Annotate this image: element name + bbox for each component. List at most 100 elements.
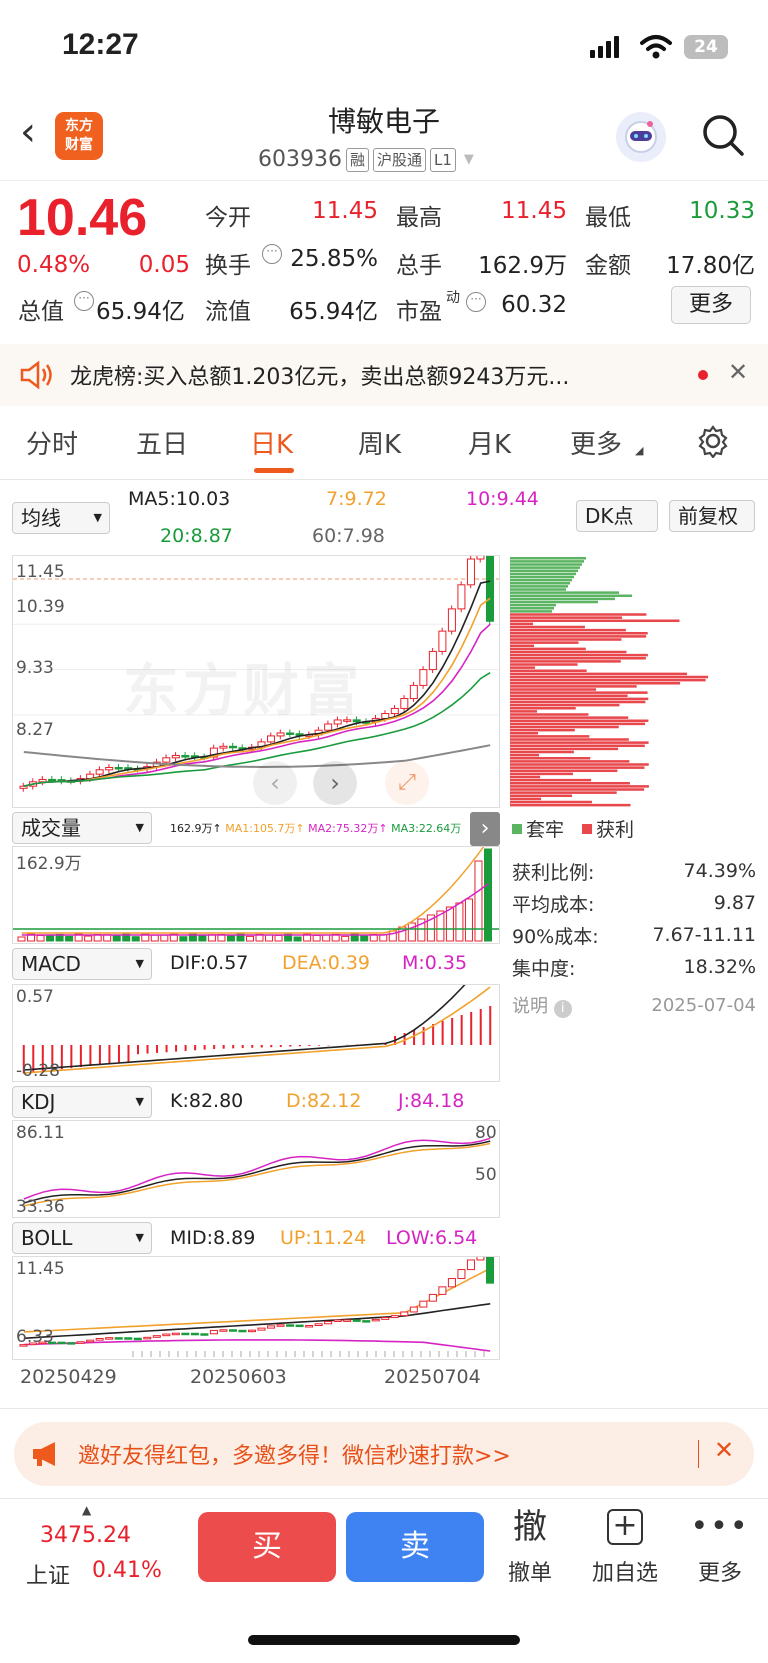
boll-candle: [267, 1325, 276, 1329]
sell-button[interactable]: 卖: [346, 1512, 484, 1582]
chip-note[interactable]: 说明 i 2025-07-04: [512, 992, 756, 1018]
boll-top-tick: 11.45: [16, 1259, 65, 1279]
volume-bar: [179, 936, 188, 942]
candle-body: [457, 584, 466, 610]
chip-bar: [510, 732, 539, 735]
prev-arrow-button[interactable]: ‹: [253, 761, 297, 805]
tab-five-day[interactable]: 五日: [136, 424, 188, 461]
collapse-arrow-button[interactable]: ›: [470, 812, 500, 846]
dk-point-select[interactable]: DK点: [576, 500, 658, 532]
volume-panel[interactable]: 162.9万: [12, 846, 500, 944]
chip-stats: 获利比例: 74.39% 平均成本: 9.87 90%成本: 7.67-11.11 集…: [512, 860, 756, 980]
candle-body: [276, 732, 285, 737]
dif-label: DIF:0.57: [170, 952, 249, 974]
expand-icon[interactable]: ⤢: [385, 761, 429, 805]
boll-candle: [133, 1337, 142, 1341]
boll-candle: [295, 1324, 304, 1328]
boll-candle: [381, 1317, 390, 1320]
volume-bar: [360, 935, 369, 942]
profit-swatch: [582, 823, 593, 834]
assistant-robot-icon[interactable]: [616, 112, 666, 162]
ma20-label: 20:8.87: [160, 525, 233, 547]
mcap-label: 总值: [18, 299, 64, 325]
kdj-chart: [23, 1137, 491, 1207]
price-tick: 8.27: [16, 720, 54, 740]
boll-candle: [409, 1306, 418, 1313]
news-label: 龙虎榜:: [70, 365, 144, 390]
chip-bar: [510, 557, 586, 560]
boll-candle: [428, 1293, 437, 1302]
boll-candle: [86, 1339, 95, 1343]
chip-bar: [510, 597, 615, 601]
news-text: 买入总额1.203亿元，卖出总额9243万元...: [143, 365, 570, 390]
tab-weekly-k[interactable]: 周K: [358, 424, 401, 461]
boll-panel[interactable]: 11.45 6.33: [12, 1256, 500, 1360]
chip-bar: [510, 747, 619, 751]
kdj-panel[interactable]: 86.11 33.36 80 50: [12, 1120, 500, 1218]
info-dots-icon[interactable]: ···: [262, 244, 282, 264]
change-percent: 0.48%: [17, 252, 91, 278]
boll-candle: [390, 1315, 399, 1319]
more-button[interactable]: 更多: [671, 286, 751, 324]
next-arrow-button[interactable]: ›: [313, 761, 357, 805]
stock-code-row[interactable]: 603936 融 沪股通 L1 ▼: [258, 147, 474, 172]
chip-bar: [510, 669, 587, 673]
chip-bar: [510, 750, 574, 754]
ma-select[interactable]: 均线 ▼: [12, 502, 110, 534]
tab-more[interactable]: 更多: [570, 424, 622, 461]
tab-intraday[interactable]: 分时: [26, 424, 78, 461]
more-menu-button[interactable]: ••• 更多: [680, 1505, 760, 1587]
chip-bar: [510, 685, 637, 688]
chip-bar: [510, 703, 620, 707]
high-label: 最高: [396, 205, 442, 231]
tab-daily-k[interactable]: 日K: [250, 424, 293, 461]
boll-select[interactable]: BOLL ▼: [12, 1222, 152, 1254]
chip-bar: [510, 616, 623, 619]
macd-panel[interactable]: 0.57 -0.28: [12, 984, 500, 1082]
wifi-icon: [640, 35, 672, 59]
candle-body: [286, 732, 295, 735]
volume-value: 162.9万: [478, 253, 567, 279]
add-watchlist-button[interactable]: + 加自选: [585, 1505, 665, 1587]
volume-bar: [293, 936, 302, 942]
close-icon[interactable]: ✕: [714, 1436, 734, 1464]
volume-select[interactable]: 成交量 ▼: [12, 812, 152, 844]
boll-candle: [286, 1324, 295, 1327]
info-dots-icon[interactable]: ···: [466, 292, 486, 312]
search-icon[interactable]: [700, 112, 746, 158]
boll-candle: [476, 1257, 485, 1261]
boll-candle: [400, 1311, 409, 1317]
chip-bar: [510, 638, 622, 641]
float-value: 65.94亿: [289, 299, 378, 325]
news-ticker[interactable]: 龙虎榜: 买入总额1.203亿元，卖出总额9243万元... ✕: [0, 344, 768, 406]
cancel-order-button[interactable]: 撤 撤单: [490, 1505, 570, 1587]
volume-indicators: 162.9万↑ MA1:105.7万↑ MA2:75.32万↑ MA3:22.6…: [170, 822, 462, 835]
chip-bar: [510, 607, 554, 610]
d-label: D:82.12: [286, 1090, 362, 1112]
settings-gear-icon[interactable]: [696, 424, 730, 458]
kline-panel[interactable]: 东方财富 11.45 10.39 9.33 8.27 ‹ › ⤢: [12, 555, 500, 808]
index-value[interactable]: 3475.24: [40, 1523, 131, 1548]
chip-bar: [510, 663, 578, 666]
chip-bar: [510, 585, 568, 588]
buy-button[interactable]: 买: [198, 1512, 336, 1582]
volume-bar: [322, 934, 331, 942]
boll-candle: [114, 1337, 123, 1340]
turnover-label: 换手: [205, 253, 251, 279]
open-value: 11.45: [312, 198, 378, 224]
tab-monthly-k[interactable]: 月K: [468, 424, 511, 461]
macd-select[interactable]: MACD ▼: [12, 948, 152, 980]
date-tick: 20250603: [190, 1366, 287, 1388]
ma5-label: MA5:10.03: [128, 488, 231, 510]
candle-body: [381, 713, 390, 719]
adjust-select[interactable]: 前复权: [669, 500, 755, 532]
info-dots-icon[interactable]: ···: [74, 291, 94, 311]
low-value: 10.33: [689, 198, 755, 224]
close-icon[interactable]: ✕: [728, 358, 748, 386]
invite-banner[interactable]: 邀好友得红包，多邀多得！微信秒速打款>> ✕: [14, 1422, 754, 1486]
boll-candle: [105, 1337, 114, 1340]
current-price: 10.46: [17, 189, 148, 247]
d-line: [23, 1142, 491, 1207]
candle-body: [419, 669, 428, 686]
kdj-select[interactable]: KDJ ▼: [12, 1086, 152, 1118]
